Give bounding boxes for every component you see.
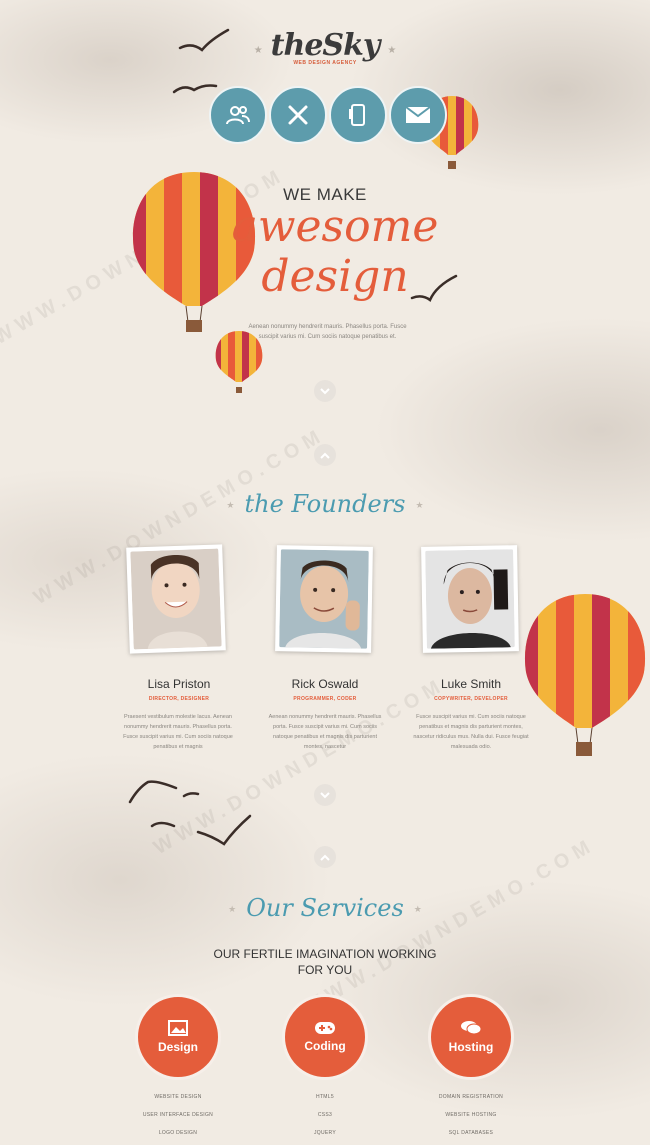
service-list-item[interactable]: USER INTERFACE DESIGN bbox=[108, 1106, 248, 1124]
scroll-down-button[interactable] bbox=[314, 380, 336, 402]
service-list-item[interactable]: CSS3 bbox=[255, 1106, 395, 1124]
founders-title: ★ the Founders ★ bbox=[0, 490, 650, 518]
nav-tools-button[interactable] bbox=[269, 86, 327, 144]
founder-name: Luke Smith bbox=[440, 677, 502, 691]
service-list-item[interactable]: HTML5 bbox=[255, 1088, 395, 1106]
founder-name: Rick Oswald bbox=[291, 677, 359, 691]
services-subtitle-line1: OUR FERTILE IMAGINATION WORKING bbox=[213, 947, 437, 961]
main-nav bbox=[209, 86, 447, 144]
scroll-up-button[interactable] bbox=[314, 846, 336, 868]
chevron-up-icon bbox=[320, 452, 330, 459]
service-label: Design bbox=[157, 1040, 198, 1054]
service-list-item[interactable]: SQL DATABASES bbox=[401, 1124, 541, 1142]
services-title: ★ Our Services ★ bbox=[0, 894, 650, 922]
nav-phone-button[interactable] bbox=[329, 86, 387, 144]
phone-icon bbox=[349, 104, 365, 126]
founder-role: PROGRAMMER, CODER bbox=[293, 696, 357, 702]
chat-icon bbox=[461, 1021, 482, 1035]
logo-text: theSky bbox=[270, 28, 381, 63]
image-icon bbox=[168, 1020, 188, 1036]
star-icon: ★ bbox=[387, 45, 397, 57]
portrait-image bbox=[425, 549, 515, 649]
services-title-text: Our Services bbox=[246, 894, 404, 922]
scroll-up-button[interactable] bbox=[314, 444, 336, 466]
hero-headline-line1: awesome bbox=[231, 201, 439, 252]
users-icon bbox=[226, 106, 250, 125]
founders-title-text: the Founders bbox=[244, 490, 406, 518]
logo[interactable]: ★ theSky ★ bbox=[0, 28, 650, 63]
chevron-up-icon bbox=[320, 854, 330, 861]
services-subtitle: OUR FERTILE IMAGINATION WORKING FOR YOU bbox=[0, 946, 650, 978]
service-list-item[interactable]: WEBSITE HOSTING bbox=[401, 1106, 541, 1124]
mail-icon bbox=[405, 106, 431, 123]
tagline: WEB DESIGN AGENCY bbox=[293, 60, 357, 66]
chevron-down-icon bbox=[320, 387, 330, 394]
service-list-design: WEBSITE DESIGN USER INTERFACE DESIGN LOG… bbox=[108, 1088, 248, 1142]
founder-bio: Praesent vestibulum molestie lacus. Aene… bbox=[123, 714, 233, 750]
star-icon: ★ bbox=[413, 904, 422, 915]
service-coding-button[interactable]: Coding bbox=[282, 994, 368, 1080]
scroll-down-button[interactable] bbox=[314, 784, 336, 806]
nav-users-button[interactable] bbox=[209, 86, 267, 144]
chevron-down-icon bbox=[320, 791, 330, 798]
portrait-image bbox=[279, 549, 369, 649]
service-hosting-button[interactable]: Hosting bbox=[428, 994, 514, 1080]
nav-mail-button[interactable] bbox=[389, 86, 447, 144]
service-label: Hosting bbox=[448, 1040, 494, 1054]
hero-text: Aenean nonummy hendrerit mauris. Phasell… bbox=[248, 324, 407, 340]
service-list-coding: HTML5 CSS3 JQUERY bbox=[255, 1088, 395, 1142]
hero-headline-line2: design bbox=[261, 251, 409, 302]
star-icon: ★ bbox=[226, 500, 235, 511]
gamepad-icon bbox=[315, 1022, 335, 1034]
founder-name: Lisa Priston bbox=[147, 677, 211, 691]
founder-photo-lisa[interactable] bbox=[126, 544, 226, 654]
founder-role: COPYWRITER, DEVELOPER bbox=[434, 696, 508, 702]
portrait-image bbox=[130, 548, 222, 650]
founder-bio: Aenean nonummy hendrerit mauris. Phasell… bbox=[268, 714, 382, 750]
star-icon: ★ bbox=[228, 904, 237, 915]
service-list-item[interactable]: JQUERY bbox=[255, 1124, 395, 1142]
service-list-item[interactable]: DOMAIN REGISTRATION bbox=[401, 1088, 541, 1106]
tools-icon bbox=[288, 105, 308, 125]
founder-photo-rick[interactable] bbox=[275, 545, 373, 653]
service-list-item[interactable]: LOGO DESIGN bbox=[108, 1124, 248, 1142]
service-list-item[interactable]: WEBSITE DESIGN bbox=[108, 1088, 248, 1106]
star-icon: ★ bbox=[253, 45, 263, 57]
service-design-button[interactable]: Design bbox=[135, 994, 221, 1080]
founder-bio: Fusce suscipit varius mi. Cum sociis nat… bbox=[413, 714, 529, 750]
service-label: Coding bbox=[304, 1039, 346, 1053]
founder-photo-luke[interactable] bbox=[421, 545, 519, 653]
star-icon: ★ bbox=[415, 500, 424, 511]
service-list-hosting: DOMAIN REGISTRATION WEBSITE HOSTING SQL … bbox=[401, 1088, 541, 1142]
services-subtitle-line2: FOR YOU bbox=[297, 963, 353, 977]
founder-role: DIRECTOR, DESIGNER bbox=[148, 696, 210, 702]
